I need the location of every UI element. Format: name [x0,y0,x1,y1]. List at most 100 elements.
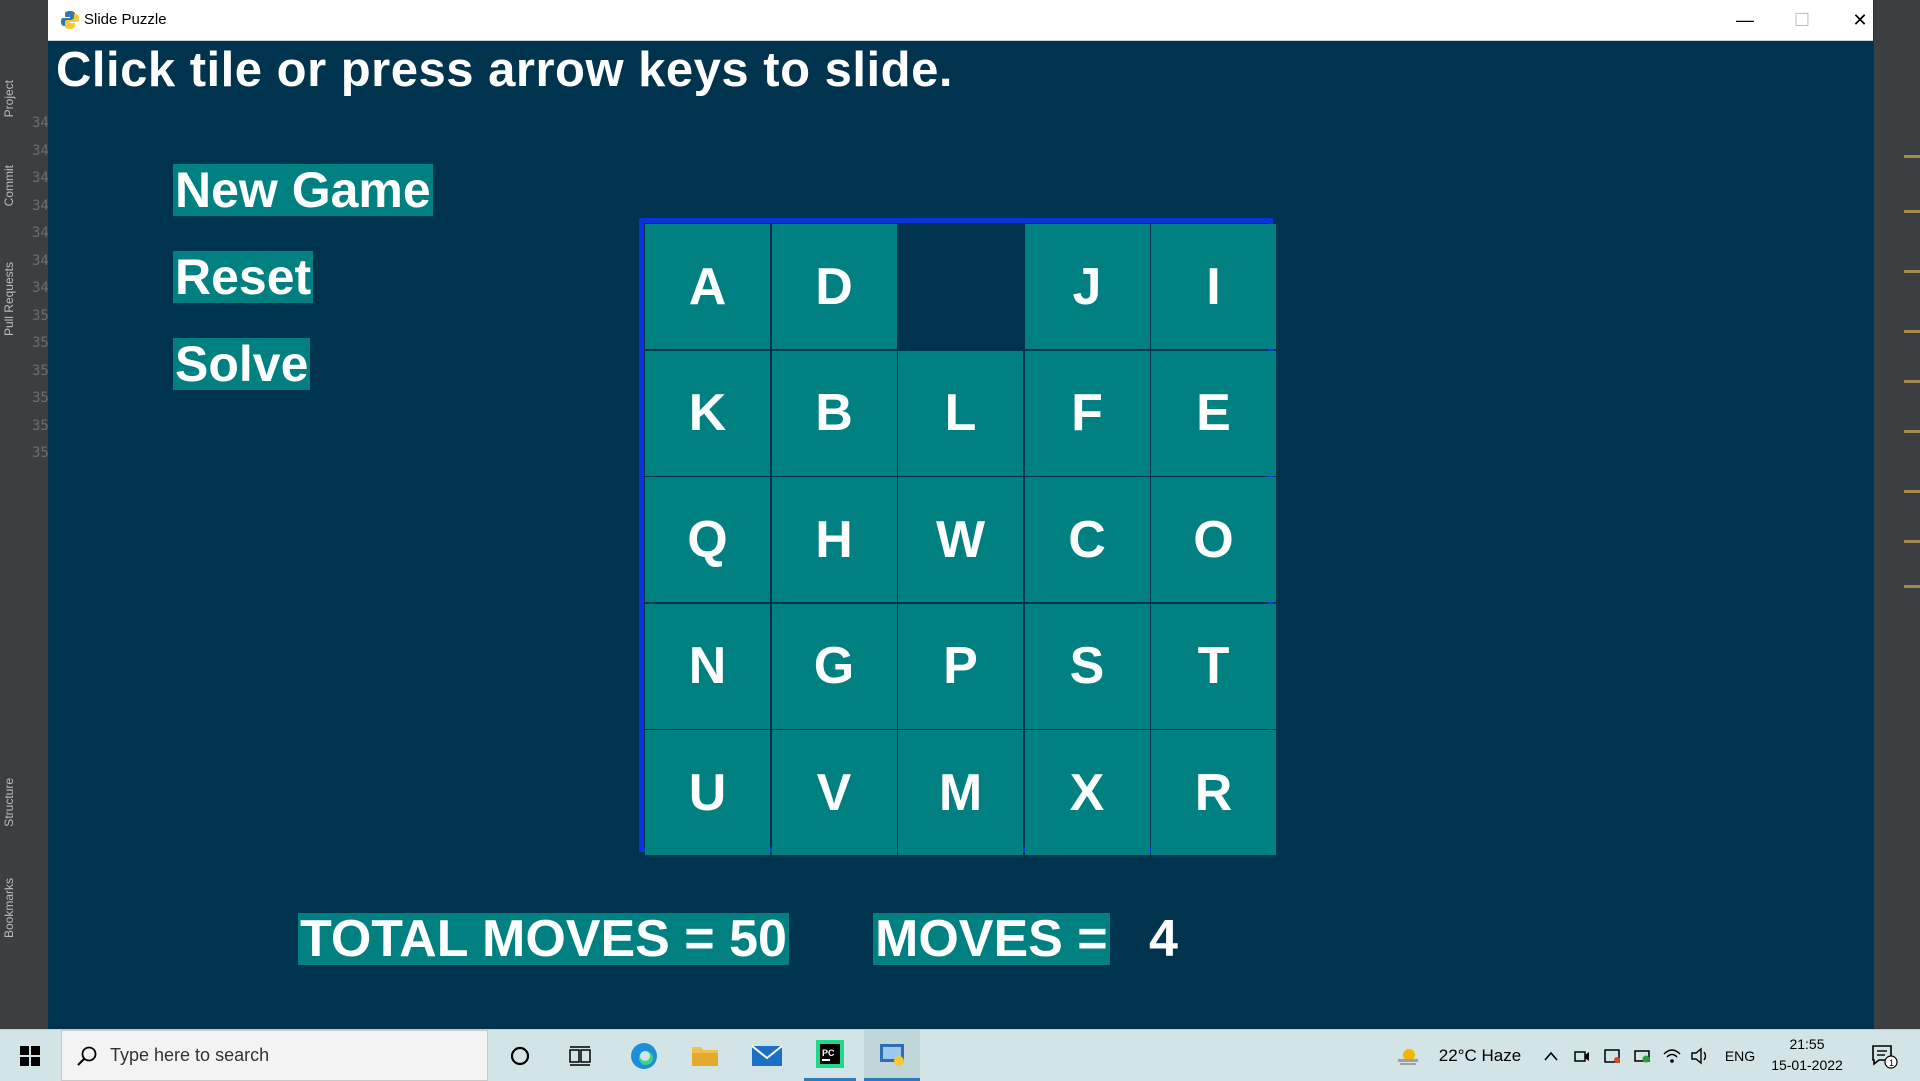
tray-security-button[interactable] [1630,1030,1654,1081]
ide-left-toolbar: Project Commit Pull Requests Structure B… [0,0,49,1029]
ide-line-number: 34 [32,142,49,159]
start-button[interactable] [0,1030,60,1081]
notifications-button[interactable]: 1 [1864,1030,1904,1081]
windows-logo-icon [20,1045,40,1066]
reset-button[interactable]: Reset [173,251,314,303]
svg-text:PC: PC [822,1048,835,1058]
search-placeholder: Type here to search [110,1045,270,1065]
wifi-icon [1663,1048,1681,1063]
ide-line-number: 35 [32,307,49,324]
tile-f[interactable]: F [1024,350,1150,476]
taskbar-clock[interactable]: 21:55 15-01-2022 [1762,1034,1852,1076]
minimize-button[interactable]: — [1717,0,1773,40]
tray-meet-button[interactable] [1570,1030,1594,1081]
cortana-button[interactable] [496,1030,544,1081]
slide-puzzle-window: Slide Puzzle — ☐ ✕ Click tile or press a… [48,0,1873,1029]
notification-icon: 1 [1872,1044,1898,1069]
volume-button[interactable] [1688,1030,1712,1081]
ide-tab-commit[interactable]: Commit [2,165,26,206]
ide-line-number: 34 [32,252,49,269]
language-indicator[interactable]: ENG [1720,1030,1760,1081]
ide-line-number: 35 [32,417,49,434]
instructions-text: Click tile or press arrow keys to slide. [56,43,953,97]
total-moves-counter: TOTAL MOVES = 50 [298,910,789,968]
ide-tab-bookmarks[interactable]: Bookmarks [2,878,26,938]
ide-line-number: 35 [32,362,49,379]
speaker-icon [1691,1047,1707,1064]
ide-tab-project[interactable]: Project [2,80,26,117]
edge-taskbar-button[interactable] [619,1030,669,1081]
tile-i[interactable]: I [1151,224,1276,349]
ide-tab-pull-requests[interactable]: Pull Requests [2,262,26,336]
ide-marker [1904,270,1920,273]
ide-marker [1904,330,1920,333]
tile-e[interactable]: E [1151,350,1276,476]
python-app-icon [880,1044,904,1066]
taskbar-search[interactable]: Type here to search [61,1030,488,1081]
tile-m[interactable]: M [898,730,1023,855]
network-button[interactable] [1660,1030,1684,1081]
tile-o[interactable]: O [1151,477,1276,602]
tile-q[interactable]: Q [645,477,770,602]
ide-marker [1904,155,1920,158]
task-view-button[interactable] [556,1030,604,1081]
notification-count: 1 [1889,1058,1894,1068]
chevron-up-icon [1544,1051,1558,1061]
ide-marker [1904,430,1920,433]
solve-button[interactable]: Solve [173,338,311,390]
maximize-button[interactable]: ☐ [1774,0,1830,40]
weather-text[interactable]: 22°C Haze [1434,1030,1526,1081]
tile-a[interactable]: A [645,224,770,349]
tile-p[interactable]: P [898,603,1023,729]
ide-line-number: 34 [32,197,49,214]
tile-j[interactable]: J [1024,224,1150,349]
tray-app-icon [1604,1048,1620,1063]
file-explorer-taskbar-button[interactable] [680,1030,730,1081]
python-icon [61,11,79,29]
ide-tab-structure[interactable]: Structure [2,778,26,827]
ide-line-number: 35 [32,445,49,461]
mail-icon [751,1044,783,1066]
folder-icon [692,1046,718,1066]
tile-u[interactable]: U [645,730,770,855]
ide-line-number: 34 [32,280,49,296]
tile-n[interactable]: N [645,603,770,729]
task-view-icon [569,1045,591,1066]
clock-date: 15-01-2022 [1771,1057,1843,1073]
tile-c[interactable]: C [1024,477,1150,602]
search-icon [77,1046,97,1066]
tray-app-button[interactable] [1600,1030,1624,1081]
tile-g[interactable]: G [771,603,897,729]
weather-button[interactable] [1396,1030,1420,1081]
tile-h[interactable]: H [771,477,897,602]
puzzle-board: AD JI KBLFE QHWCO NGPST UVMXR [639,218,1276,855]
tile-r[interactable]: R [1151,730,1276,855]
tile-x[interactable]: X [1024,730,1150,855]
meet-now-icon [1574,1050,1589,1062]
new-game-button[interactable]: New Game [173,164,433,216]
ide-line-gutter: 34 34 34 34 34 34 34 35 35 35 35 35 35 [32,110,49,490]
clock-time: 21:55 [1789,1036,1825,1052]
close-button[interactable]: ✕ [1832,0,1888,40]
ide-line-number: 34 [32,225,49,241]
show-hidden-icons-button[interactable] [1540,1030,1562,1081]
python-game-taskbar-button[interactable] [864,1030,920,1081]
tile-k[interactable]: K [645,350,770,476]
tile-l[interactable]: L [898,350,1023,476]
tile-t[interactable]: T [1151,603,1276,729]
ide-marker [1904,585,1920,588]
ide-line-number: 35 [32,335,49,351]
pycharm-taskbar-button[interactable]: PC [804,1030,856,1081]
ide-marker [1904,380,1920,383]
ide-marker [1904,540,1920,543]
pycharm-icon: PC [816,1040,844,1068]
tile-w[interactable]: W [898,477,1023,602]
tile-s[interactable]: S [1024,603,1150,729]
ide-line-number: 34 [32,170,49,186]
mail-taskbar-button[interactable] [742,1030,792,1081]
tile-b[interactable]: B [771,350,897,476]
cortana-circle-icon [510,1046,530,1065]
tile-d[interactable]: D [771,224,897,349]
tile-v[interactable]: V [771,730,897,855]
title-bar[interactable]: Slide Puzzle — ☐ ✕ [48,0,1873,41]
